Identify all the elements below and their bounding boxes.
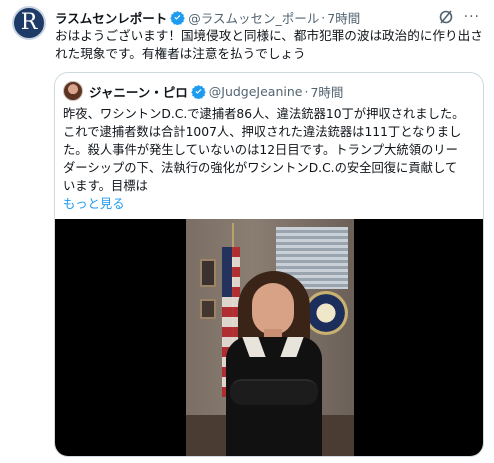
quoted-tweet[interactable]: ジャニーン・ピロ @JudgeJeanine · 7時間 昨夜、ワシントンD.C… (54, 72, 484, 457)
quote-author-handle[interactable]: @JudgeJeanine (209, 84, 303, 99)
show-more-link[interactable]: もっと見る (63, 195, 479, 213)
verified-badge-icon (191, 84, 206, 99)
us-flag-canton (222, 247, 232, 297)
quote-text: 昨夜、ワシントンD.C.で逮捕者86人、違法銃器10丁が押収されました。 これで… (63, 105, 479, 213)
wall-picture (200, 299, 216, 319)
author-handle[interactable]: @ラスムッセン_ポール (188, 8, 319, 27)
video-frame (186, 219, 354, 456)
author-avatar[interactable]: R (12, 6, 46, 40)
person-face (252, 283, 294, 335)
quote-text-line: います。目標は (63, 179, 148, 193)
author-name[interactable]: ラスムセンレポート (55, 8, 167, 27)
quote-header: ジャニーン・ピロ @JudgeJeanine · 7時間 (63, 81, 343, 101)
grok-icon[interactable] (438, 9, 454, 25)
top-actions: ··· (438, 9, 480, 25)
tweet-text-line: おはようございます！国境侵攻と同様に、都市犯罪の波は政治的に作り出さ (55, 28, 483, 43)
more-options-icon[interactable]: ··· (464, 10, 480, 24)
avatar-letter: R (20, 10, 38, 35)
wall-picture (200, 259, 216, 287)
tweet-text: おはようございます！国境侵攻と同様に、都市犯罪の波は政治的に作り出さ れた現象で… (55, 27, 485, 63)
tweet-header: ラスムセンレポート @ラスムッセン_ポール · 7時間 (55, 7, 360, 27)
tweet[interactable]: R ラスムセンレポート @ラスムッセン_ポール · 7時間 ··· おはようござ… (0, 0, 494, 463)
crossed-arms (230, 379, 318, 405)
quote-text-line: た。殺人事件が発生していないのは12日目です。トランプ大統領のリー (63, 143, 458, 157)
quote-text-line: これで逮捕者数は合計1007人、押収された違法銃器は111丁となりまし (63, 125, 462, 139)
official-seal (304, 291, 348, 335)
quote-text-line: 昨夜、ワシントンD.C.で逮捕者86人、違法銃器10丁が押収されました。 (63, 107, 465, 121)
video-player[interactable] (55, 219, 483, 456)
quote-author-name[interactable]: ジャニーン・ピロ (89, 82, 188, 101)
separator-dot: · (321, 9, 326, 25)
quote-time[interactable]: 7時間 (310, 82, 343, 101)
post-time[interactable]: 7時間 (327, 8, 360, 27)
quote-author-avatar[interactable] (63, 81, 83, 101)
quote-text-line: ダーシップの下、法執行の強化がワシントンD.C.の安全回復に貢献して (63, 161, 458, 175)
separator-dot: · (304, 83, 309, 99)
verified-badge-icon (170, 10, 186, 25)
tweet-text-line: れた現象です。有権者は注意を払うでしょう (55, 46, 306, 61)
